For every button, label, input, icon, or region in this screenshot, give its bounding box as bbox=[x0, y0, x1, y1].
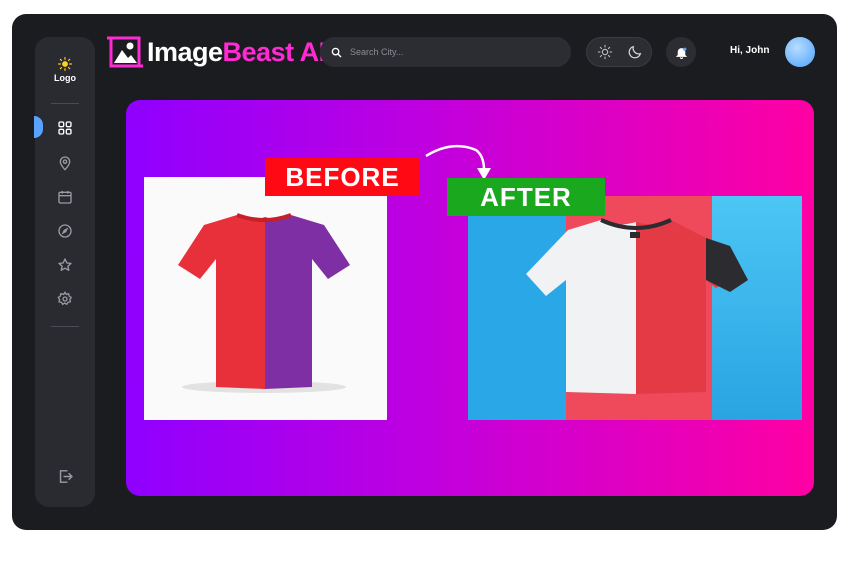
logout-icon bbox=[59, 469, 73, 483]
search-icon bbox=[331, 47, 342, 57]
notifications-button[interactable] bbox=[666, 37, 696, 67]
nav-item-favorites[interactable] bbox=[55, 255, 75, 275]
nav-item-explore[interactable] bbox=[55, 221, 75, 241]
after-image bbox=[468, 196, 802, 420]
before-after-banner: BEFORE AFTER bbox=[126, 100, 814, 496]
theme-toggle[interactable] bbox=[586, 37, 652, 67]
active-nav-marker bbox=[34, 116, 43, 138]
avatar[interactable] bbox=[785, 37, 815, 67]
grid-icon bbox=[58, 121, 72, 135]
sidebar-divider bbox=[51, 103, 79, 104]
sidebar-divider bbox=[51, 326, 79, 327]
compass-icon bbox=[58, 224, 72, 238]
before-badge: BEFORE bbox=[265, 158, 420, 196]
star-icon bbox=[58, 258, 72, 271]
brand-name-part2: Beast AI bbox=[222, 36, 327, 67]
moon-icon bbox=[628, 45, 642, 59]
nav-item-location[interactable] bbox=[55, 153, 75, 173]
white-red-tshirt-image bbox=[526, 218, 748, 394]
bell-icon bbox=[675, 47, 687, 59]
logout-button[interactable] bbox=[55, 466, 75, 486]
red-purple-tshirt-image bbox=[178, 213, 350, 393]
nav-item-settings[interactable] bbox=[55, 289, 75, 309]
brand-logo[interactable]: ImageBeast AI bbox=[107, 32, 326, 72]
curved-arrow-icon bbox=[425, 144, 491, 180]
map-pin-icon bbox=[59, 156, 71, 171]
sun-icon bbox=[597, 44, 613, 60]
nav-item-dashboard[interactable] bbox=[55, 118, 75, 138]
nav-item-calendar[interactable] bbox=[55, 187, 75, 207]
before-image bbox=[144, 177, 387, 420]
sidebar: Logo bbox=[34, 37, 95, 507]
after-badge: AFTER bbox=[447, 178, 605, 216]
search-bar[interactable] bbox=[320, 37, 571, 67]
gear-icon bbox=[57, 291, 73, 306]
dark-mode-button[interactable] bbox=[624, 41, 646, 63]
user-greeting: Hi, John bbox=[730, 45, 770, 56]
image-frame-logo-icon bbox=[107, 36, 143, 68]
logo-label: Logo bbox=[54, 73, 76, 83]
sun-logo-icon bbox=[58, 57, 72, 71]
brand-name-part1: Image bbox=[147, 36, 223, 67]
logo[interactable]: Logo bbox=[35, 57, 95, 83]
light-mode-button[interactable] bbox=[594, 41, 616, 63]
brand-name: ImageBeast AI bbox=[147, 37, 326, 68]
calendar-icon bbox=[58, 191, 72, 204]
search-input[interactable] bbox=[348, 46, 552, 58]
